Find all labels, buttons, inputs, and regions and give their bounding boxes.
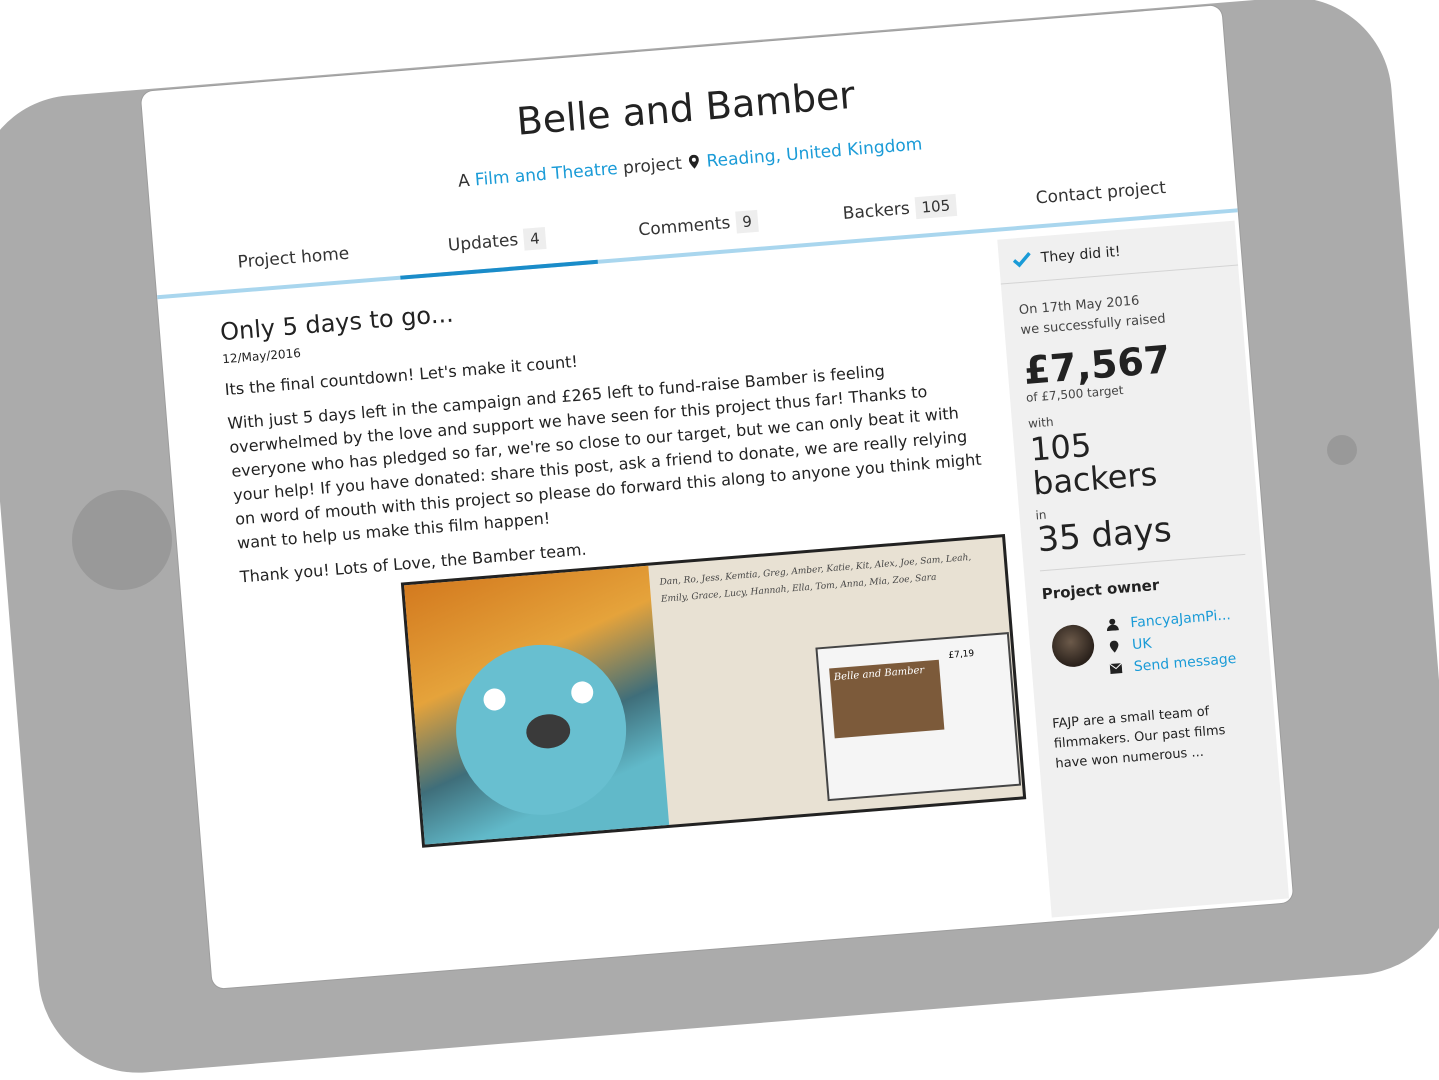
- send-message-link[interactable]: Send message: [1133, 651, 1237, 675]
- puppet-eye: [482, 687, 507, 712]
- owner-description: FAJP are a small team of filmmakers. Our…: [1051, 704, 1226, 772]
- thumbnail-amount: £7,19: [948, 648, 975, 661]
- category-link[interactable]: Film and Theatre: [474, 159, 618, 190]
- tablet-screen: Belle and Bamber A Film and Theatre proj…: [140, 4, 1294, 990]
- tab-label: Comments: [637, 213, 732, 241]
- tablet-camera: [1327, 435, 1357, 465]
- check-icon: [1012, 252, 1031, 268]
- puppet-photo: [404, 565, 670, 845]
- success-label: They did it!: [1040, 243, 1122, 267]
- tab-count: 4: [523, 226, 547, 251]
- tab-label: Project home: [236, 243, 350, 273]
- avatar[interactable]: [1050, 623, 1096, 669]
- subtitle-prefix: A: [457, 170, 471, 192]
- tab-label: Backers: [842, 198, 911, 224]
- owner-card: FancyaJamPi... UK Send message: [1044, 603, 1257, 711]
- post-image: Dan, Ro, Jess, Kemtia, Greg, Amber, Kati…: [400, 534, 1027, 848]
- handwritten-names: Dan, Ro, Jess, Kemtia, Greg, Amber, Kati…: [659, 552, 972, 605]
- success-banner: They did it!: [997, 220, 1239, 285]
- tab-contact-project[interactable]: Contact project: [1000, 159, 1202, 227]
- subtitle-mid: project: [622, 153, 683, 179]
- tab-project-home[interactable]: Project home: [193, 224, 395, 292]
- screenshot-thumbnail: Belle and Bamber £7,19: [815, 632, 1022, 802]
- tab-updates[interactable]: Updates 4: [396, 208, 598, 276]
- tab-comments[interactable]: Comments 9: [597, 192, 799, 260]
- puppet-face: [449, 638, 633, 822]
- tab-count: 9: [735, 209, 759, 234]
- tab-count: 105: [914, 193, 958, 220]
- location-link[interactable]: Reading, United Kingdom: [706, 134, 923, 171]
- user-icon: [1107, 618, 1119, 632]
- tab-label: Updates: [447, 230, 519, 256]
- envelope-icon: [1109, 662, 1123, 675]
- funding-sidebar: They did it! On 17th May 2016 we success…: [997, 220, 1290, 918]
- map-marker-icon: [689, 154, 700, 169]
- puppet-nose: [524, 712, 572, 750]
- raised-date: On 17th May 2016 we successfully raised: [1018, 285, 1227, 341]
- tab-label: Contact project: [1035, 178, 1167, 209]
- tablet-home-button[interactable]: [72, 490, 172, 590]
- owner-title: Project owner: [1041, 575, 1160, 604]
- puppet-eye: [570, 680, 595, 705]
- tab-backers[interactable]: Backers 105: [799, 176, 1001, 244]
- thumbnail-banner: Belle and Bamber: [829, 659, 945, 739]
- map-marker-icon: [1109, 640, 1119, 653]
- thumbnail-title: Belle and Bamber: [833, 664, 925, 684]
- owner-location-link[interactable]: UK: [1132, 636, 1153, 654]
